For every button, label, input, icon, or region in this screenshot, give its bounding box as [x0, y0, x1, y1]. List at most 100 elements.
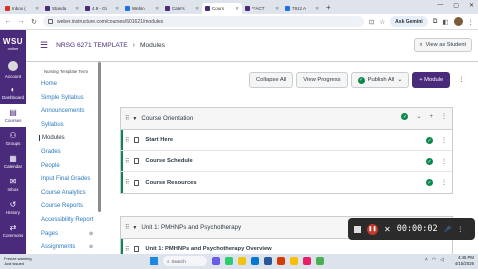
- add-module-button[interactable]: + Module: [412, 72, 451, 88]
- url-field[interactable]: weber.instructure.com/courses/601621/mod…: [43, 16, 364, 27]
- global-nav-inbox[interactable]: ✉ Inbox: [0, 173, 26, 196]
- ask-gemini-button[interactable]: Ask Gemini: [390, 16, 428, 27]
- close-tab-icon[interactable]: ✕: [235, 6, 239, 12]
- more-options-icon[interactable]: ⋮: [453, 72, 469, 88]
- close-tab-icon[interactable]: ✕: [35, 6, 39, 12]
- app-icon[interactable]: [225, 257, 233, 265]
- chrome-icon[interactable]: [290, 257, 298, 265]
- close-tab-icon[interactable]: ✕: [115, 6, 119, 12]
- outlook-icon[interactable]: [251, 257, 259, 265]
- taskbar-search[interactable]: ⌕ Search: [163, 256, 207, 266]
- close-tab-icon[interactable]: ✕: [195, 6, 199, 12]
- item-options-icon[interactable]: ⋮: [441, 137, 447, 144]
- module-header[interactable]: ⠿ ▼ Course Orientation ✓ ⌄ + ⋮: [121, 108, 452, 130]
- module-item[interactable]: ⠿ Course Schedule ✓ ⋮: [121, 151, 452, 172]
- reload-icon[interactable]: ↻: [30, 18, 38, 26]
- module-item[interactable]: ⠿ Course Resources ✓ ⋮: [121, 172, 452, 193]
- module-published-icon[interactable]: ✓: [401, 113, 409, 120]
- collapse-triangle-icon[interactable]: ▼: [132, 225, 137, 231]
- item-published-icon[interactable]: ✓: [426, 179, 433, 186]
- taskbar-clock[interactable]: 4:45 PM 4/15/2026: [455, 255, 474, 266]
- microphone-icon[interactable]: 🎤︎: [444, 226, 452, 233]
- collapse-all-button[interactable]: Collapse All: [249, 72, 294, 88]
- forward-icon[interactable]: →: [17, 18, 25, 25]
- word-icon[interactable]: [264, 257, 272, 265]
- pause-recording-icon[interactable]: ❚❚: [367, 223, 378, 235]
- course-nav-course-reports[interactable]: Course Reports: [41, 203, 83, 209]
- collapse-triangle-icon[interactable]: ▼: [132, 116, 137, 122]
- item-options-icon[interactable]: ⋮: [441, 158, 447, 165]
- profile-avatar[interactable]: [453, 17, 463, 26]
- close-tab-icon[interactable]: ✕: [315, 6, 319, 12]
- chevron-up-icon[interactable]: ˄: [425, 257, 428, 263]
- drag-handle-icon[interactable]: ⠿: [125, 115, 130, 122]
- module-item-title[interactable]: Start Here: [145, 137, 173, 143]
- drag-handle-icon[interactable]: ⠿: [125, 246, 130, 253]
- course-nav-syllabus[interactable]: Syllabus: [41, 122, 64, 128]
- browser-tab[interactable]: **ACT ✕: [242, 3, 282, 14]
- extensions-icon[interactable]: ⧉: [433, 18, 438, 26]
- close-window-icon[interactable]: ✕: [469, 2, 474, 9]
- wsu-online-logo[interactable]: WSU online: [0, 30, 26, 58]
- browser-menu-icon[interactable]: ⋮: [468, 18, 475, 26]
- drag-handle-icon[interactable]: ⠿: [125, 179, 130, 186]
- browser-tab[interactable]: Cours ✕: [202, 3, 242, 14]
- weather-widget[interactable]: Freeze warning Just issued: [4, 256, 32, 266]
- browser-tab[interactable]: Webin ✕: [122, 3, 162, 14]
- bookmark-star-icon[interactable]: ☆: [379, 18, 385, 26]
- course-nav-simple-syllabus[interactable]: Simple Syllabus: [41, 95, 84, 101]
- course-nav-scrollbar[interactable]: [98, 62, 101, 212]
- drag-handle-icon[interactable]: ⠿: [125, 137, 130, 144]
- course-nav-modules[interactable]: Modules: [39, 135, 65, 142]
- minimize-icon[interactable]: —: [437, 2, 443, 9]
- browser-tab[interactable]: Standa ✕: [42, 3, 82, 14]
- browser-tab[interactable]: Cate's ✕: [162, 3, 202, 14]
- course-nav-announcements[interactable]: Announcements: [41, 108, 84, 114]
- wifi-icon[interactable]: ◠: [432, 257, 436, 263]
- volume-icon[interactable]: ◁: [440, 257, 444, 263]
- close-tab-icon[interactable]: ✕: [155, 6, 159, 12]
- course-nav-accessibility-report[interactable]: Accessibility Report: [41, 217, 93, 223]
- item-published-icon[interactable]: ✓: [426, 137, 433, 144]
- global-nav-groups[interactable]: ⚇ Groups: [0, 127, 26, 150]
- windows-start-icon[interactable]: [150, 257, 158, 265]
- global-nav-calendar[interactable]: ▦ Calendar: [0, 150, 26, 173]
- course-nav-people[interactable]: People: [41, 163, 60, 169]
- file-explorer-icon[interactable]: [238, 257, 246, 265]
- course-nav-assignments[interactable]: Assignments: [41, 244, 75, 250]
- close-tab-icon[interactable]: ✕: [75, 6, 79, 12]
- global-nav-courses[interactable]: ▤ Courses: [0, 104, 26, 127]
- course-nav-home[interactable]: Home: [41, 81, 57, 87]
- publish-chevron-icon[interactable]: ⌄: [416, 113, 421, 120]
- course-nav-input-final-grades[interactable]: Input Final Grades: [41, 176, 90, 182]
- cancel-recording-icon[interactable]: ✕: [384, 225, 391, 234]
- view-as-student-button[interactable]: ⌕ View as Student: [413, 38, 472, 52]
- drag-handle-icon[interactable]: ⠿: [125, 224, 130, 231]
- publish-all-button[interactable]: ✓ Publish All ⌄: [350, 72, 410, 88]
- back-icon[interactable]: ←: [4, 18, 12, 25]
- recorder-options-icon[interactable]: ⋮: [457, 226, 463, 233]
- module-item[interactable]: ⠿ Start Here ✓ ⋮: [121, 130, 452, 151]
- module-item-title[interactable]: Unit 1: PMHNPs and Psychotherapy Overvie…: [145, 246, 271, 252]
- course-nav-course-analytics[interactable]: Course Analytics: [41, 190, 86, 196]
- global-nav-history[interactable]: ↺ History: [0, 196, 26, 219]
- view-progress-button[interactable]: View Progress: [296, 72, 348, 88]
- close-tab-icon[interactable]: ✕: [275, 6, 279, 12]
- browser-tab[interactable]: 7912 A ✕: [282, 3, 322, 14]
- course-nav-grades[interactable]: Grades: [41, 149, 61, 155]
- drag-handle-icon[interactable]: ⠿: [125, 158, 130, 165]
- sidepanel-icon[interactable]: ◧: [442, 18, 448, 26]
- task-view-icon[interactable]: [212, 257, 220, 265]
- site-info-icon[interactable]: [48, 19, 53, 24]
- app-icon[interactable]: [303, 257, 311, 265]
- breadcrumb-course[interactable]: NRSG 6271 TEMPLATE: [56, 42, 128, 49]
- add-item-icon[interactable]: +: [429, 114, 433, 120]
- module-item-title[interactable]: Course Resources: [145, 180, 196, 186]
- module-options-icon[interactable]: ⋮: [441, 113, 447, 120]
- new-tab-button[interactable]: +: [326, 3, 331, 12]
- maximize-icon[interactable]: ▢: [453, 2, 459, 9]
- stop-recording-icon[interactable]: [354, 225, 361, 233]
- global-nav-account[interactable]: Account: [0, 58, 26, 81]
- global-nav-dashboard[interactable]: ◐ Dashboard: [0, 81, 26, 104]
- item-published-icon[interactable]: ✓: [426, 158, 433, 165]
